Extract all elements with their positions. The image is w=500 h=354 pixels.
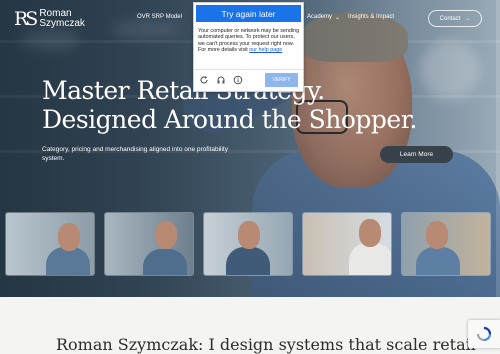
gallery-thumbnail[interactable]: [104, 212, 194, 276]
thumbnail-person-head: [426, 221, 448, 249]
info-icon[interactable]: [233, 75, 243, 85]
nav-item-label: Academy: [307, 14, 333, 20]
help-page-link[interactable]: our help page: [249, 47, 282, 53]
nav-item-academy[interactable]: Academy ⌄: [307, 14, 340, 21]
logo-line-2: Szymczak: [39, 18, 85, 29]
thumbnail-person-head: [238, 221, 260, 249]
thumbnail-person-shirt: [46, 247, 90, 275]
scrollbar[interactable]: [496, 0, 500, 297]
learn-more-button[interactable]: Learn More: [380, 146, 453, 163]
thumbnail-person-shirt: [143, 249, 187, 275]
thumbnail-person-head: [155, 221, 177, 249]
recaptcha-icon: [476, 326, 492, 342]
gallery-thumbnail[interactable]: [401, 212, 491, 276]
logo-text: Roman Szymczak: [39, 9, 85, 29]
arrow-right-icon: →: [464, 15, 471, 22]
thumbnail-person-shirt: [226, 247, 270, 275]
captcha-dialog: Try again later Your computer or network…: [193, 2, 304, 92]
gallery-thumbnail[interactable]: [302, 212, 392, 276]
contact-button[interactable]: Contact →: [428, 10, 482, 27]
thumbnail-person-shirt: [416, 247, 460, 275]
captcha-divider: [194, 69, 303, 70]
site-logo[interactable]: RS Roman Szymczak: [14, 8, 85, 30]
gallery-thumbnail[interactable]: [203, 212, 293, 276]
thumbnail-person-head: [359, 219, 381, 247]
captcha-header: Try again later: [196, 5, 301, 22]
contact-label: Contact: [439, 15, 461, 22]
logo-mark: RS: [14, 8, 38, 30]
thumbnail-person-head: [58, 223, 80, 251]
verify-button[interactable]: VERIFY: [265, 73, 298, 87]
captcha-controls: [199, 75, 243, 85]
reload-icon[interactable]: [199, 75, 209, 85]
nav-item-ovr-srp-model[interactable]: OVR SRP Model: [137, 14, 182, 20]
audio-icon[interactable]: [216, 75, 226, 85]
intro-title: Roman Szymczak: I design systems that sc…: [56, 335, 476, 354]
recaptcha-badge[interactable]: [468, 320, 500, 348]
chevron-down-icon: ⌄: [335, 15, 341, 21]
thumbnail-person-shirt: [349, 243, 391, 275]
hero-subhead: Category, pricing and merchandising alig…: [42, 146, 228, 162]
gallery-thumbnail[interactable]: [5, 212, 95, 276]
captcha-message: Your computer or network may be sending …: [198, 28, 300, 54]
nav-item-insights-impact[interactable]: Insights & Impact: [348, 14, 394, 20]
